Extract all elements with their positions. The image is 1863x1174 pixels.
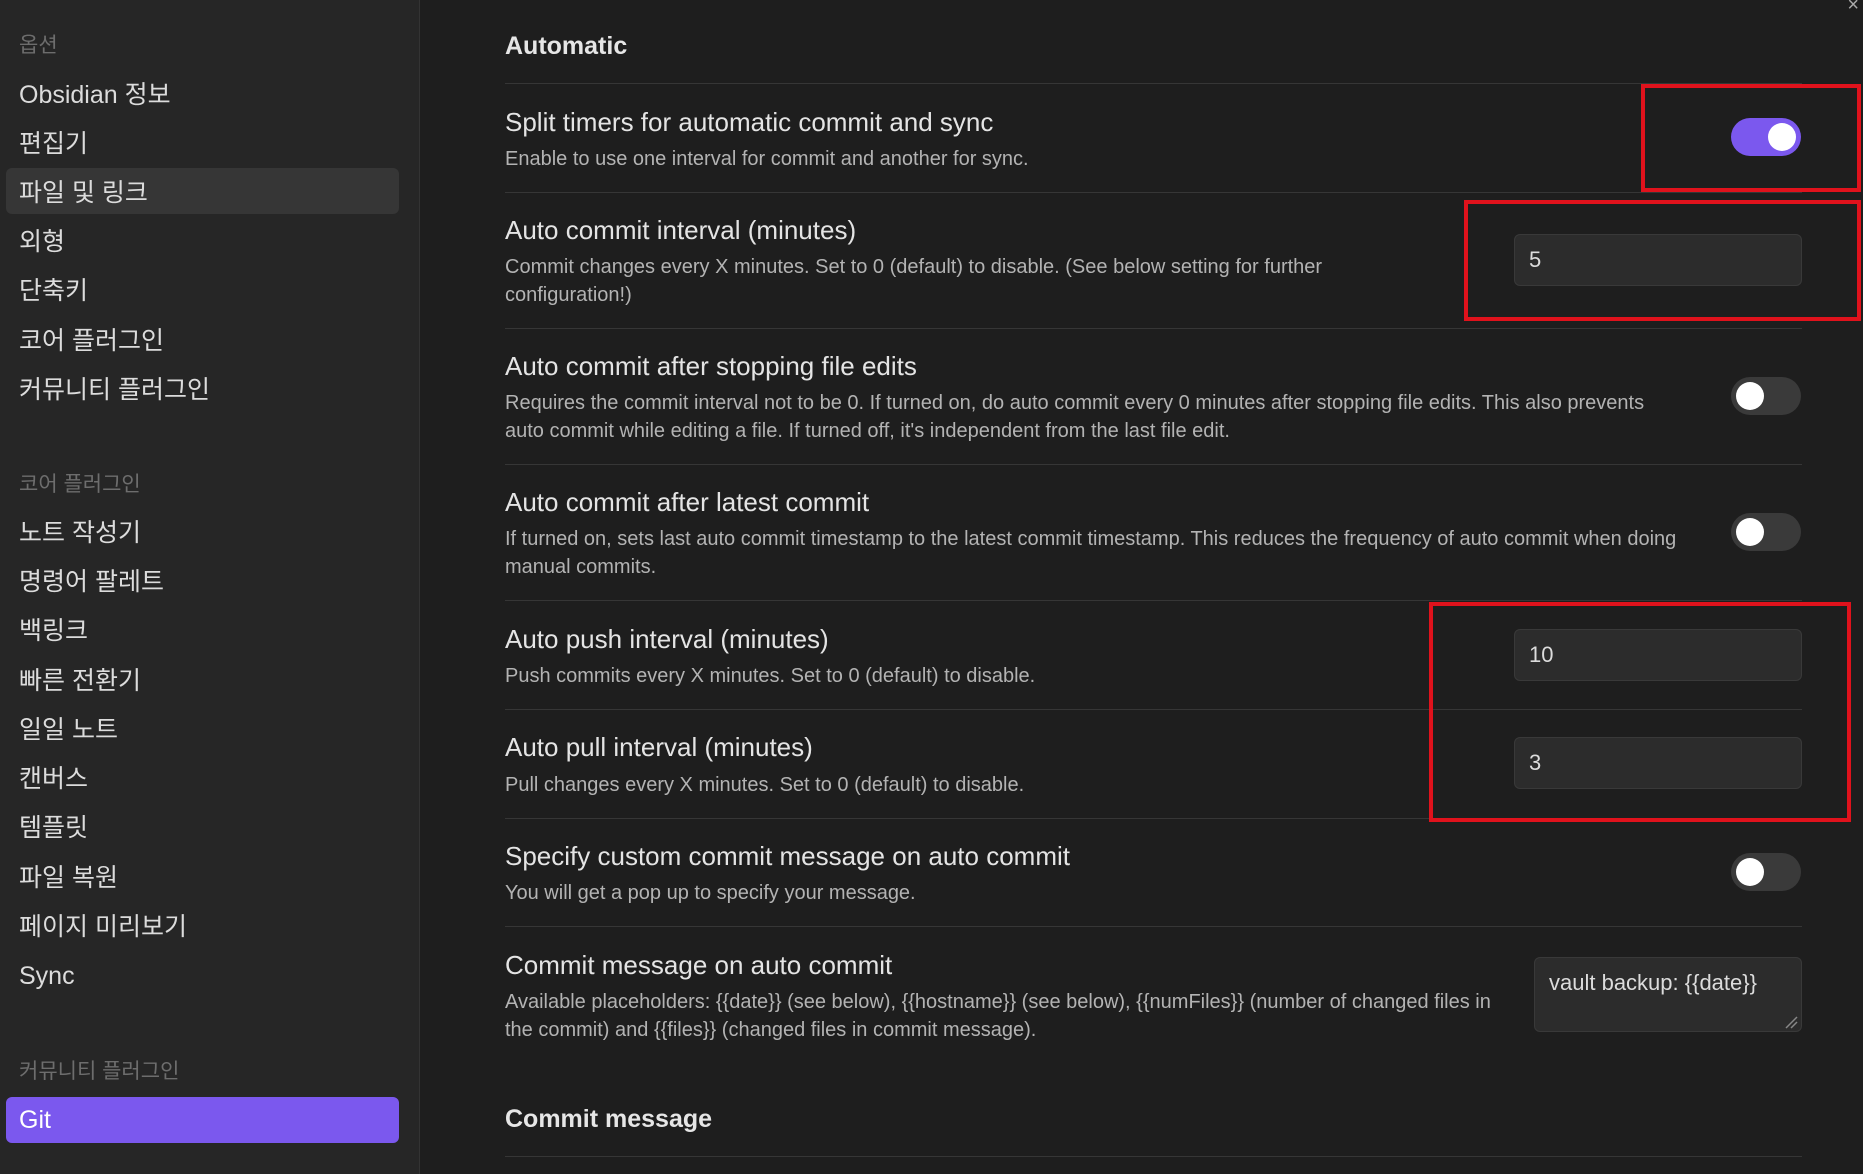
close-icon[interactable]: × [1847, 0, 1859, 17]
setting-desc-custom-commit-message: You will get a pop up to specify your me… [505, 882, 916, 904]
section-heading-commit-message: Commit message [505, 1105, 713, 1133]
custom-commit-message-toggle[interactable] [1731, 853, 1801, 891]
nav-item-git[interactable]: Git [6, 1097, 399, 1143]
community-plugins-group-title: 커뮤니티 플러그인 [19, 1060, 180, 1083]
nav-item-sync[interactable]: Sync [6, 953, 399, 999]
commit-message-textarea[interactable]: vault backup: {{date}} [1534, 957, 1802, 1032]
nav-item-hotkeys[interactable]: 단축키 [6, 266, 399, 312]
divider [505, 926, 1802, 927]
setting-name-auto-pull-interval: Auto pull interval (minutes) [505, 732, 813, 762]
setting-desc-auto-push-interval: Push commits every X minutes. Set to 0 (… [505, 665, 1036, 687]
nav-item-quick-switcher[interactable]: 빠른 전환기 [6, 656, 399, 702]
nav-item-files-links[interactable]: 파일 및 링크 [6, 168, 399, 214]
settings-window: 옵션 Obsidian 정보 편집기 파일 및 링크 외형 단축키 코어 플러그… [0, 0, 1863, 1174]
setting-name-commit-message-auto: Commit message on auto commit [505, 950, 893, 980]
setting-name-commit-after-latest: Auto commit after latest commit [505, 487, 870, 517]
divider [505, 600, 1802, 601]
highlight-box [1464, 200, 1861, 321]
nav-item-about[interactable]: Obsidian 정보 [6, 70, 399, 116]
nav-item-page-preview[interactable]: 페이지 미리보기 [6, 902, 399, 948]
toggle-knob [1736, 518, 1764, 546]
divider [505, 192, 1802, 193]
setting-desc-commit-after-stop-edits: Requires the commit interval not to be 0… [505, 392, 1645, 442]
nav-item-canvas[interactable]: 캔버스 [6, 754, 399, 800]
nav-item-appearance[interactable]: 외형 [6, 217, 399, 263]
highlight-box [1641, 84, 1861, 192]
setting-name-commit-after-stop-edits: Auto commit after stopping file edits [505, 351, 917, 381]
core-plugins-group-title: 코어 플러그인 [19, 473, 141, 496]
nav-item-backlinks[interactable]: 백링크 [6, 606, 399, 652]
nav-item-core-plugins[interactable]: 코어 플러그인 [6, 316, 399, 362]
resize-handle-icon[interactable] [1784, 1015, 1798, 1029]
setting-desc-auto-pull-interval: Pull changes every X minutes. Set to 0 (… [505, 774, 1025, 796]
setting-desc-auto-commit-interval: Commit changes every X minutes. Set to 0… [505, 256, 1323, 306]
nav-item-command-palette[interactable]: 명령어 팔레트 [6, 557, 399, 603]
setting-name-custom-commit-message: Specify custom commit message on auto co… [505, 841, 1070, 871]
toggle-knob [1736, 382, 1764, 410]
setting-desc-commit-after-latest: If turned on, sets last auto commit time… [505, 528, 1677, 578]
nav-item-templates[interactable]: 템플릿 [6, 803, 399, 849]
toggle-knob [1736, 858, 1764, 886]
nav-item-editor[interactable]: 편집기 [6, 119, 399, 165]
settings-sidebar: 옵션 Obsidian 정보 편집기 파일 및 링크 외형 단축키 코어 플러그… [0, 0, 420, 1174]
commit-after-latest-toggle[interactable] [1731, 513, 1801, 551]
highlight-box [1429, 602, 1851, 822]
setting-name-split-timers: Split timers for automatic commit and sy… [505, 107, 994, 137]
settings-content: × Automatic Split timers for automatic c… [421, 0, 1863, 1174]
setting-desc-commit-message-auto: Available placeholders: {{date}} (see be… [505, 991, 1491, 1041]
nav-item-daily-notes[interactable]: 일일 노트 [6, 705, 399, 751]
divider [505, 1156, 1802, 1157]
divider [505, 83, 1802, 84]
nav-item-community-plugins[interactable]: 커뮤니티 플러그인 [6, 365, 399, 411]
options-group-title: 옵션 [19, 34, 58, 57]
commit-after-stop-edits-toggle[interactable] [1731, 377, 1801, 415]
setting-name-auto-commit-interval: Auto commit interval (minutes) [505, 215, 857, 245]
setting-desc-split-timers: Enable to use one interval for commit an… [505, 148, 1029, 170]
nav-item-file-recovery[interactable]: 파일 복원 [6, 853, 399, 899]
divider [505, 328, 1802, 329]
divider [505, 464, 1802, 465]
nav-item-note-composer[interactable]: 노트 작성기 [6, 508, 399, 554]
setting-name-auto-push-interval: Auto push interval (minutes) [505, 624, 829, 654]
section-heading-automatic: Automatic [505, 32, 628, 60]
